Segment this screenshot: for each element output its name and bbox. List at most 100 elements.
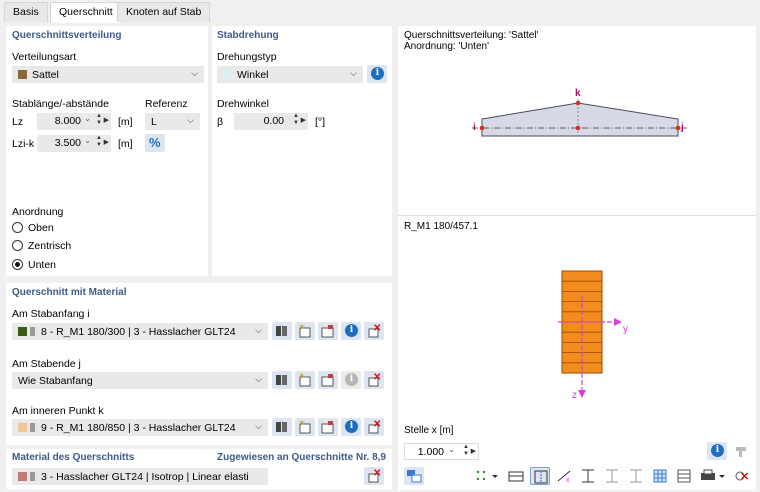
dimension-3-button[interactable] [626,467,646,485]
lz-label: Lz [12,116,24,128]
point-k-axis-marker [575,125,581,131]
edit-icon [321,374,334,387]
edit-section-button[interactable] [318,418,338,436]
radio-unten[interactable] [12,259,23,270]
arrow-right-icon[interactable]: ▶ [301,116,306,124]
verteilungsart-select[interactable]: Sattel ⌵ [12,66,204,83]
delete-material-button[interactable]: ✕ [364,467,384,485]
innerer-punkt-select[interactable]: 9 - R_M1 180/850 | 3 - Hasslacher GLT24 … [12,419,268,436]
section-info-button[interactable]: i [341,322,361,340]
outline-view-button[interactable] [530,467,550,485]
delete-icon: ✕ [368,468,381,483]
arrow-right-icon[interactable]: ▶ [104,116,109,124]
lz-value: 8.000 [54,115,81,127]
library-button[interactable] [272,322,292,340]
arrow-right-icon[interactable]: ▶ [104,138,109,146]
table-icon [677,469,691,483]
axis-view-button[interactable]: x [554,467,574,485]
dimension-button[interactable] [578,467,598,485]
svg-text:✶: ✶ [298,371,306,381]
delete-section-button[interactable]: ✕ [364,322,384,340]
tab-querschnitt[interactable]: Querschnitt [50,2,122,23]
pin-button[interactable] [730,442,750,460]
info-button[interactable]: i [367,65,387,83]
new-icon: ✶ [298,418,311,434]
referenz-value: L [151,116,157,128]
library-button[interactable] [272,371,292,389]
stelle-label: Stelle x [m] [404,425,454,436]
new-section-button[interactable]: ✶ [295,322,315,340]
chevron-down-icon[interactable]: ⌄ [448,445,455,454]
tab-knoten-auf-stab[interactable]: Knoten auf Stab [117,2,211,22]
info-icon: i [371,67,384,80]
chevron-down-icon: ⌵ [350,68,357,78]
updown-icon[interactable]: ▲ ▼ [96,135,102,149]
section-view-button[interactable] [506,467,526,485]
table-button[interactable] [674,467,694,485]
preview-info-button[interactable]: i [707,442,727,460]
chevron-down-icon: ⌵ [255,374,262,384]
drehungstyp-value: Winkel [237,69,269,81]
library-button[interactable] [272,418,292,436]
updown-icon[interactable]: ▲ ▼ [96,113,102,127]
chevron-down-icon[interactable]: ⌄ [84,136,91,145]
radio-zentrisch[interactable] [12,240,23,251]
edit-section-button[interactable] [318,322,338,340]
axis-z-label: z [572,390,577,401]
section-info-button[interactable]: i [341,371,361,389]
material-panel: Material des Querschnitts Zugewiesen an … [6,449,392,489]
new-section-button[interactable]: ✶ [295,418,315,436]
arrow-right-icon[interactable]: ▶ [471,447,476,455]
stabanfang-select[interactable]: 8 - R_M1 180/300 | 3 - Hasslacher GLT24 … [12,323,268,340]
stabende-select[interactable]: Wie Stabanfang ⌵ [12,372,268,389]
cross-section-diagram [558,270,622,398]
point-k-label: k [575,88,581,99]
points-dropdown-button[interactable] [472,467,502,485]
drehungstyp-select[interactable]: Winkel ⌵ [217,66,363,83]
updown-icon[interactable]: ▲ ▼ [293,113,299,127]
svg-text:✶: ✶ [298,322,306,332]
lz-spinner[interactable]: 8.000 ⌄ ▲ ▼ ▶ [37,113,111,130]
material-select[interactable]: 3 - Hasslacher GLT24 | Isotrop | Linear … [12,468,268,485]
assigned-sections: Zugewiesen an Querschnitte Nr. 8,9 [217,452,386,463]
print-icon [701,469,725,480]
print-button[interactable] [698,467,728,485]
radio-unten-label: Unten [28,259,57,271]
querschnitt-material-title: Querschnitt mit Material [12,287,127,298]
tab-basis[interactable]: Basis [4,2,48,22]
svg-text:✕: ✕ [373,419,381,430]
section-properties-icon [407,470,422,483]
axis-y-label: y [623,324,628,335]
radio-zentrisch-label: Zentrisch [28,240,72,252]
stelle-spinner[interactable]: 1.000 ⌄ ▲ ▼ ▶ [404,443,479,460]
percent-button[interactable]: % [145,134,165,152]
stabende-value: Wie Stabanfang [18,375,93,387]
chevron-down-icon: ⌵ [191,68,198,78]
updown-icon[interactable]: ▲ ▼ [463,444,469,458]
innerer-punkt-value: 9 - R_M1 180/850 | 3 - Hasslacher GLT24 [41,422,236,434]
edit-section-button[interactable] [318,371,338,389]
chevron-down-icon[interactable]: ⌄ [84,114,91,123]
verteilung-panel: Querschnittsverteilung Verteilungsart Sa… [6,26,208,276]
referenz-select[interactable]: L ⌵ [145,113,200,130]
beta-spinner[interactable]: 0.00 ▲ ▼ ▶ [234,113,308,130]
lzik-spinner[interactable]: 3.500 ⌄ ▲ ▼ ▶ [37,135,111,152]
section-info-button[interactable]: i [341,418,361,436]
point-i-marker [479,125,485,131]
close-preview-button[interactable]: ✕ [732,467,752,485]
dimension-2-button[interactable] [602,467,622,485]
radio-oben[interactable] [12,222,23,233]
new-section-button[interactable]: ✶ [295,371,315,389]
delete-section-button[interactable]: ✕ [364,418,384,436]
section-properties-button[interactable] [404,467,424,485]
delete-icon: ✕ [368,323,381,338]
delete-section-button[interactable]: ✕ [364,371,384,389]
stabanfang-label: Am Stabanfang i [12,308,90,320]
svg-text:x: x [566,477,570,484]
svg-text:✕: ✕ [373,468,381,479]
verteilungsart-label: Verteilungsart [12,51,77,63]
stabanfang-value: 8 - R_M1 180/300 | 3 - Hasslacher GLT24 [41,326,236,338]
points-icon [476,470,498,481]
grid-button[interactable] [650,467,670,485]
section-color-swatch [18,423,27,432]
